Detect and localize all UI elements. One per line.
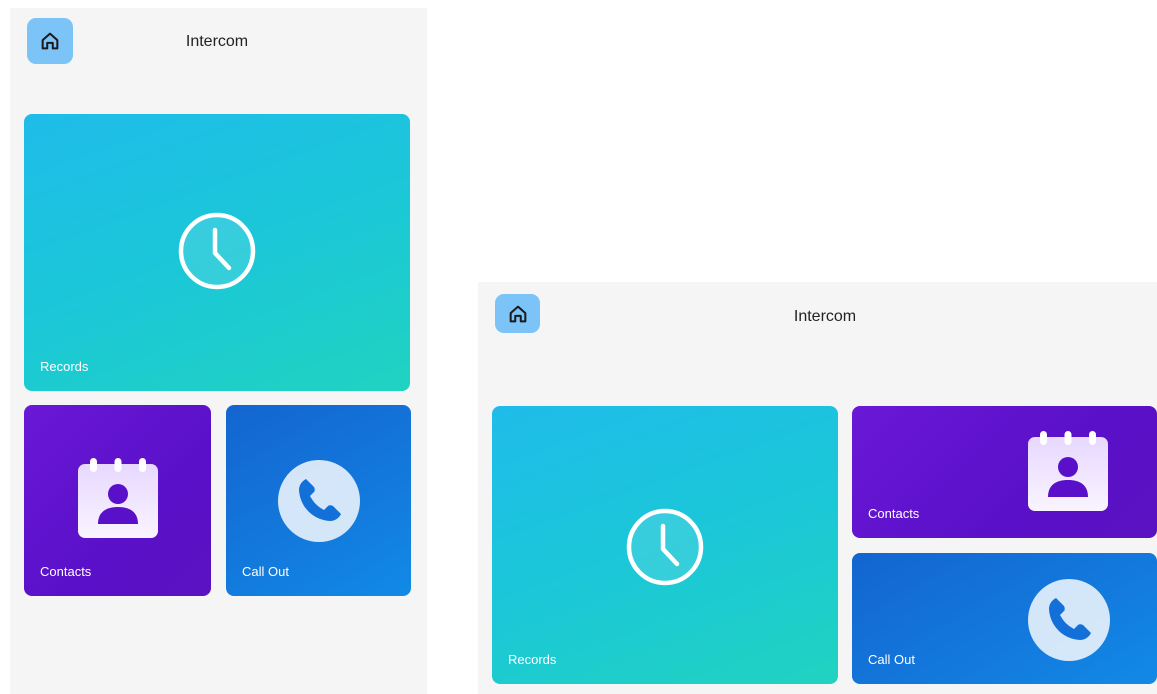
records-label: Records (508, 652, 557, 667)
callout-label: Call Out (242, 564, 289, 579)
home-button[interactable] (27, 18, 73, 64)
callout-tile[interactable]: Call Out (852, 553, 1157, 684)
phone-icon (277, 459, 361, 543)
home-button[interactable] (495, 294, 540, 333)
records-tile[interactable]: Records (492, 406, 838, 684)
callout-label: Call Out (868, 652, 915, 667)
page-title: Intercom (185, 33, 249, 50)
portrait-screen: Intercom Records Contacts Call Out (10, 8, 427, 694)
home-icon (39, 30, 61, 52)
landscape-screen: Intercom Records Contacts Call Out (478, 282, 1157, 694)
contacts-label: Contacts (40, 564, 92, 579)
records-label: Records (40, 359, 89, 374)
clock-icon (623, 505, 707, 589)
callout-tile[interactable]: Call Out (226, 405, 411, 596)
page-title: Intercom (793, 308, 857, 325)
contact-card-icon (1026, 429, 1110, 513)
records-tile[interactable]: Records (24, 114, 410, 391)
contacts-tile[interactable]: Contacts (852, 406, 1157, 538)
clock-icon (175, 209, 259, 293)
contacts-label: Contacts (868, 506, 920, 521)
phone-icon (1027, 578, 1111, 662)
contact-card-icon (76, 456, 160, 540)
home-icon (507, 303, 529, 325)
contacts-tile[interactable]: Contacts (24, 405, 211, 596)
